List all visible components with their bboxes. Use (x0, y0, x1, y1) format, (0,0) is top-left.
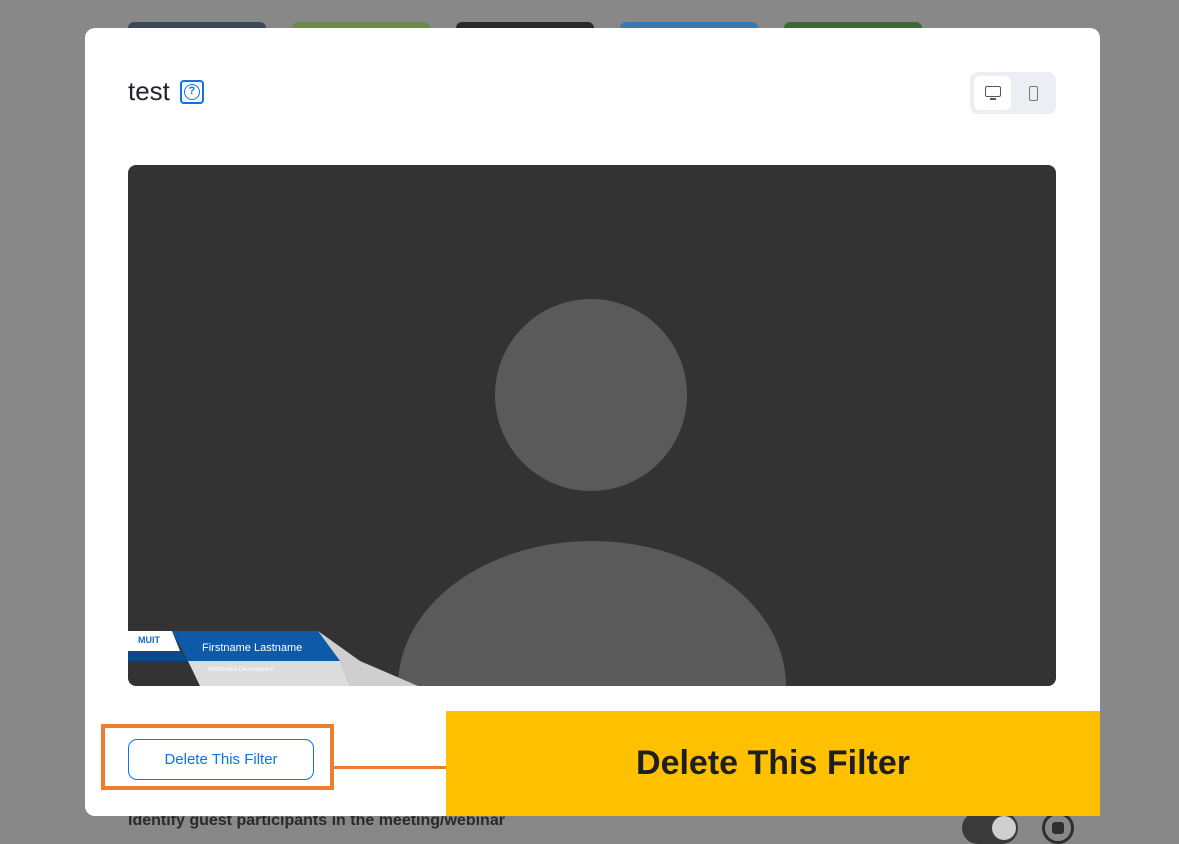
device-preview-toggle (970, 72, 1056, 114)
annotation-callout-text: Delete This Filter (636, 744, 910, 782)
modal-header: test ? (128, 76, 204, 107)
avatar-body-silhouette (398, 541, 786, 686)
mobile-icon (1029, 85, 1038, 101)
lower-third-org: MUIT (138, 635, 160, 645)
lower-third-graphic (128, 631, 418, 686)
lower-third-department: Multimedia Development (208, 667, 275, 673)
modal-title: test (128, 76, 170, 106)
desktop-icon (984, 86, 1001, 100)
toggle-knob (992, 816, 1016, 840)
lower-third-name: Firstname Lastname (202, 642, 303, 654)
avatar-head-silhouette (495, 299, 687, 491)
mobile-preview-button[interactable] (1015, 76, 1052, 110)
filter-preview-modal: test ? MUIT Firstname Lastname Multimedi… (85, 28, 1100, 816)
stop-square (1052, 822, 1064, 834)
lower-third-overlay: MUIT Firstname Lastname Multimedia Devel… (128, 623, 418, 686)
setting-stop-icon[interactable] (1042, 812, 1074, 844)
guest-identify-toggle[interactable] (962, 812, 1018, 844)
annotation-callout: Delete This Filter (446, 711, 1100, 816)
annotation-highlight-box (101, 724, 334, 790)
annotation-connector-line (334, 766, 446, 769)
desktop-preview-button[interactable] (974, 76, 1011, 110)
question-circle-icon[interactable]: ? (179, 79, 204, 104)
video-preview: MUIT Firstname Lastname Multimedia Devel… (128, 165, 1056, 686)
help-glyph: ? (183, 83, 200, 100)
